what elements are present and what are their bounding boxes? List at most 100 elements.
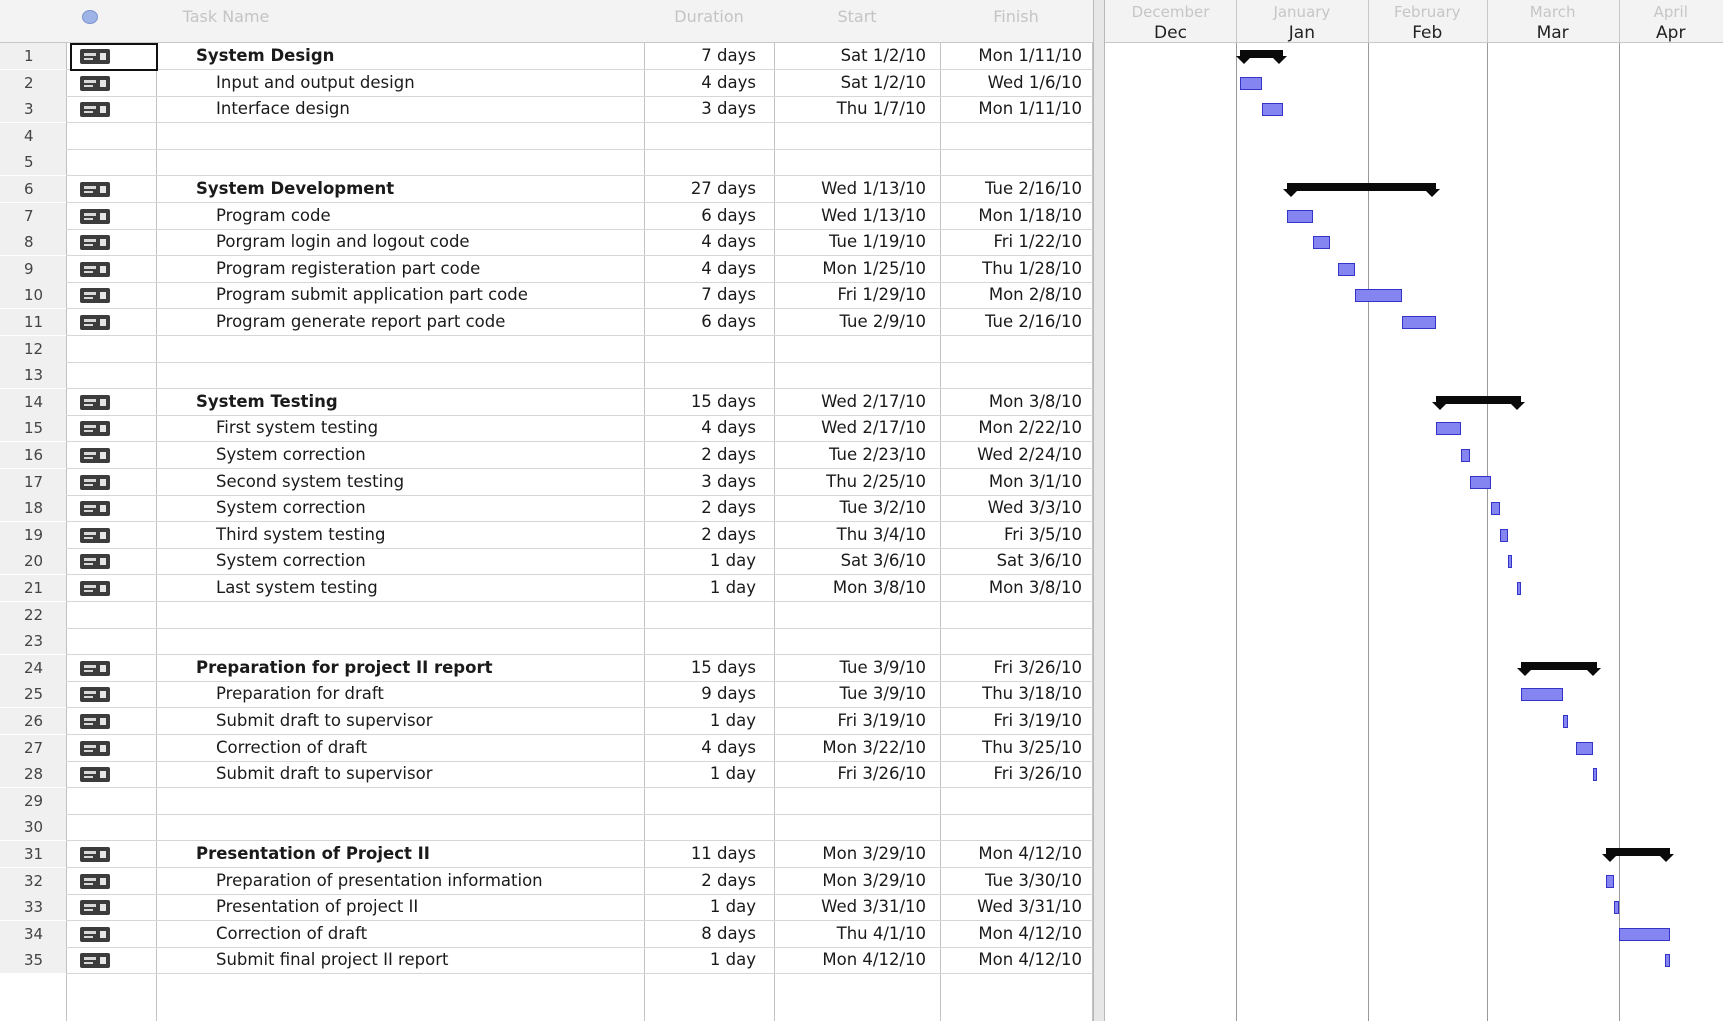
task-name-cell[interactable]: Program registeration part code [156, 256, 644, 282]
task-indicator[interactable] [66, 868, 156, 894]
duration-cell[interactable]: 11 days [644, 841, 768, 867]
row-number[interactable]: 34 [0, 920, 66, 947]
start-date-cell[interactable]: Sat 1/2/10 [774, 70, 938, 96]
row-number[interactable]: 11 [0, 309, 66, 335]
task-row[interactable]: 11 Program generate report part code 6 day… [0, 309, 1093, 336]
start-column-header[interactable]: Start [774, 4, 940, 30]
task-indicator[interactable] [66, 309, 156, 335]
start-date-cell[interactable]: Tue 3/9/10 [774, 681, 938, 707]
task-indicator[interactable] [66, 708, 156, 734]
duration-column-header[interactable]: Duration [644, 4, 774, 30]
row-number[interactable]: 35 [0, 947, 66, 974]
start-date-cell[interactable]: Mon 3/8/10 [774, 575, 938, 601]
row-number[interactable]: 2 [0, 69, 66, 96]
start-date-cell[interactable]: Sat 1/2/10 [774, 43, 938, 69]
task-row[interactable]: 34 Correction of draft 8 days Thu 4/1/10 Mon… [0, 920, 1093, 948]
row-number[interactable]: 26 [0, 708, 66, 734]
task-bar[interactable] [1312, 236, 1330, 250]
finish-date-cell[interactable]: Mon 2/8/10 [940, 282, 1092, 308]
finish-date-cell[interactable]: Wed 3/31/10 [940, 894, 1092, 920]
start-date-cell[interactable]: Thu 1/7/10 [774, 96, 938, 122]
duration-cell[interactable]: 3 days [644, 96, 768, 122]
duration-cell[interactable]: 15 days [644, 389, 768, 415]
task-indicator[interactable] [66, 442, 156, 468]
finish-date-cell[interactable]: Mon 1/11/10 [940, 43, 1092, 69]
task-indicator[interactable] [66, 415, 156, 441]
start-date-cell[interactable]: Tue 2/23/10 [774, 442, 938, 468]
task-name-cell[interactable]: Third system testing [156, 522, 644, 548]
row-number[interactable]: 31 [0, 841, 66, 867]
start-date-cell[interactable]: Thu 3/4/10 [774, 522, 938, 548]
row-number[interactable]: 30 [0, 814, 66, 841]
start-date-cell[interactable]: Mon 3/29/10 [774, 841, 938, 867]
task-indicator[interactable] [66, 495, 156, 521]
duration-cell[interactable]: 1 day [644, 548, 768, 574]
finish-date-cell[interactable]: Mon 4/12/10 [940, 947, 1092, 973]
task-name-cell[interactable]: Program generate report part code [156, 309, 644, 335]
task-name-cell[interactable]: Preparation for draft [156, 681, 644, 707]
task-indicator[interactable] [66, 947, 156, 973]
task-indicator[interactable] [66, 522, 156, 548]
task-name-cell[interactable]: Last system testing [156, 575, 644, 601]
duration-cell[interactable]: 6 days [644, 309, 768, 335]
finish-date-cell[interactable]: Mon 4/12/10 [940, 921, 1092, 947]
start-date-cell[interactable]: Wed 1/13/10 [774, 176, 938, 202]
duration-cell[interactable]: 7 days [644, 282, 768, 308]
task-row[interactable]: 31 Presentation of Project II 11 days Mon 3… [0, 841, 1093, 868]
finish-date-cell[interactable]: Mon 1/18/10 [940, 203, 1092, 229]
duration-cell[interactable]: 2 days [644, 522, 768, 548]
row-number[interactable]: 25 [0, 681, 66, 708]
start-date-cell[interactable]: Wed 2/17/10 [774, 415, 938, 441]
task-name-cell[interactable]: Correction of draft [156, 921, 644, 947]
task-indicator[interactable] [66, 575, 156, 601]
row-number[interactable]: 32 [0, 867, 66, 894]
duration-cell[interactable]: 1 day [644, 947, 768, 973]
summary-bar[interactable] [1236, 50, 1287, 64]
task-bar[interactable] [1355, 289, 1402, 303]
finish-date-cell[interactable]: Wed 1/6/10 [940, 70, 1092, 96]
task-row[interactable]: 10 Program submit application part code 7 … [0, 282, 1093, 310]
row-number[interactable]: 29 [0, 787, 66, 814]
task-name-cell[interactable]: First system testing [156, 415, 644, 441]
row-number[interactable]: 17 [0, 468, 66, 495]
duration-cell[interactable]: 4 days [644, 229, 768, 255]
duration-cell[interactable]: 15 days [644, 655, 768, 681]
finish-date-cell[interactable]: Thu 3/18/10 [940, 681, 1092, 707]
task-row[interactable]: 17 Second system testing 3 days Thu 2/25/10… [0, 468, 1093, 496]
row-number[interactable]: 27 [0, 734, 66, 761]
start-date-cell[interactable]: Sat 3/6/10 [774, 548, 938, 574]
duration-cell[interactable]: 3 days [644, 469, 768, 495]
task-row[interactable]: 28 Submit draft to supervisor 1 day Fri 3/2… [0, 761, 1093, 789]
duration-cell[interactable]: 2 days [644, 442, 768, 468]
empty-row[interactable]: 12 [0, 335, 1093, 363]
duration-cell[interactable]: 2 days [644, 495, 768, 521]
task-row[interactable]: 14 System Testing 15 days Wed 2/17/10 Mon 3/… [0, 388, 1093, 416]
task-name-column-header[interactable]: Task Name [156, 4, 296, 30]
task-name-cell[interactable]: Interface design [156, 96, 644, 122]
duration-cell[interactable]: 9 days [644, 681, 768, 707]
task-name-cell[interactable]: Program submit application part code [156, 282, 644, 308]
task-indicator[interactable] [66, 203, 156, 229]
task-bar[interactable] [1605, 874, 1615, 888]
task-row[interactable]: 20 System correction 1 day Sat 3/6/10 Sat 3/… [0, 548, 1093, 576]
finish-date-cell[interactable]: Thu 3/25/10 [940, 735, 1092, 761]
duration-cell[interactable]: 8 days [644, 921, 768, 947]
task-row[interactable]: 15 First system testing 4 days Wed 2/17/10 M… [0, 415, 1093, 443]
empty-row[interactable]: 5 [0, 149, 1093, 177]
start-date-cell[interactable]: Mon 3/29/10 [774, 868, 938, 894]
task-bar[interactable] [1461, 449, 1470, 462]
task-row[interactable]: 3 Interface design 3 days Thu 1/7/10 Mon 1/1… [0, 96, 1093, 124]
empty-row[interactable]: 30 [0, 814, 1093, 842]
finish-date-cell[interactable]: Mon 1/11/10 [940, 96, 1092, 122]
task-indicator[interactable] [66, 841, 156, 867]
task-indicator[interactable] [66, 70, 156, 96]
start-date-cell[interactable]: Tue 1/19/10 [774, 229, 938, 255]
task-indicator[interactable] [66, 761, 156, 787]
start-date-cell[interactable]: Wed 2/17/10 [774, 389, 938, 415]
finish-date-cell[interactable]: Fri 3/26/10 [940, 655, 1092, 681]
duration-cell[interactable]: 27 days [644, 176, 768, 202]
row-number[interactable]: 16 [0, 442, 66, 468]
task-row[interactable]: 8 Porgram login and logout code 4 days Tue … [0, 229, 1093, 257]
duration-cell[interactable]: 2 days [644, 868, 768, 894]
row-number[interactable]: 10 [0, 282, 66, 309]
